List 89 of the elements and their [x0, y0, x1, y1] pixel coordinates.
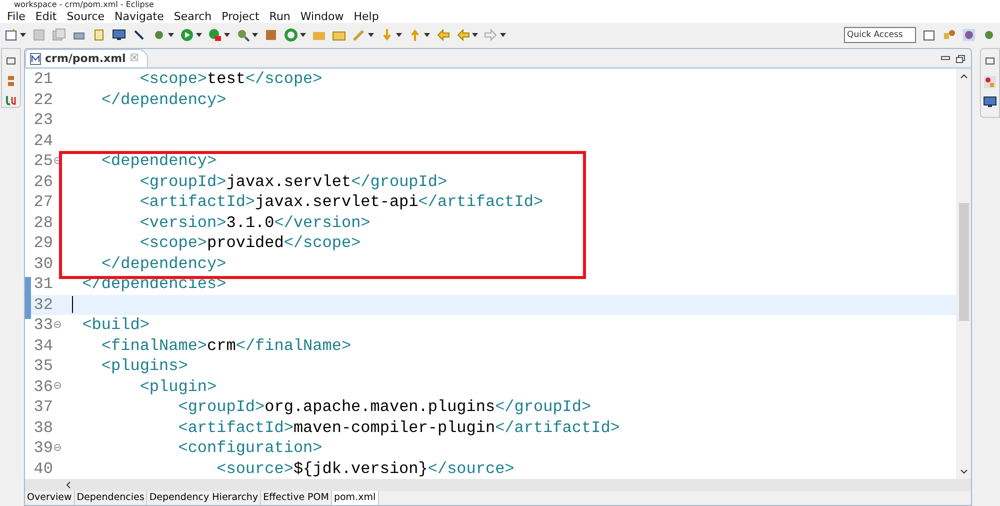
dropdown-caret-icon[interactable]: [472, 33, 478, 37]
fold-icon[interactable]: [53, 444, 61, 453]
close-icon[interactable]: ☒: [130, 53, 139, 64]
fold-icon[interactable]: [53, 320, 61, 330]
code-text: <source>${jdk.version}</source>: [216, 460, 514, 478]
run-config-icon[interactable]: [208, 28, 222, 42]
line-number: 39: [32, 439, 53, 458]
monitor-icon[interactable]: [983, 95, 997, 109]
editor-page-tab[interactable]: Dependency Hierarchy: [147, 491, 262, 505]
line-number: 32: [32, 296, 53, 314]
line-number: 36: [32, 378, 53, 396]
quick-access-field[interactable]: Quick Access: [844, 27, 916, 43]
scroll-up-icon[interactable]: [960, 73, 968, 79]
code-text: <build>: [81, 316, 150, 334]
dropdown-caret-icon[interactable]: [224, 33, 230, 37]
code-text: <version>3.1.0</version>: [138, 214, 370, 232]
fold-icon[interactable]: [53, 382, 61, 392]
editor-page-tab[interactable]: Dependencies: [74, 491, 148, 505]
dropdown-caret-icon[interactable]: [168, 33, 174, 37]
line-number: 40: [32, 460, 53, 478]
line-number: 31: [32, 275, 53, 294]
code-text: <scope>provided</scope>: [138, 234, 361, 252]
menu-item[interactable]: Project: [216, 10, 264, 22]
editor-page-tab[interactable]: Effective POM: [261, 491, 332, 505]
line-number: 28: [32, 214, 53, 232]
text-cursor: [72, 296, 73, 314]
line-number: 22: [32, 90, 53, 109]
menu-item[interactable]: Edit: [30, 10, 62, 22]
line-number: 38: [32, 418, 53, 437]
menu-item[interactable]: Search: [168, 10, 217, 22]
code-text: <configuration>: [177, 439, 322, 458]
code-text: <groupId>org.apache.maven.plugins</groupId>: [177, 398, 592, 416]
code-text: </dependency>: [100, 90, 226, 109]
dropdown-caret-icon[interactable]: [396, 33, 402, 37]
maximize-icon[interactable]: [956, 55, 965, 63]
code-text: <finalName>crm</finalName>: [100, 336, 352, 355]
scroll-left-icon[interactable]: [65, 481, 71, 489]
code-text: <plugins>: [100, 357, 188, 376]
menu-item[interactable]: Help: [348, 10, 384, 22]
dropdown-caret-icon[interactable]: [20, 33, 26, 37]
line-number: 37: [32, 398, 53, 416]
editor-page-tab[interactable]: Overview: [25, 491, 75, 505]
dropdown-caret-icon[interactable]: [500, 33, 506, 37]
scrollbar-thumb[interactable]: [958, 203, 968, 321]
dropdown-caret-icon[interactable]: [368, 33, 374, 37]
vertical-scrollbar[interactable]: [956, 69, 971, 479]
code-text: <groupId>javax.servlet</groupId>: [138, 172, 448, 191]
line-number: 25: [32, 152, 53, 170]
code-text: <artifactId>maven-compiler-plugin</artifactId>: [177, 418, 620, 437]
dropdown-caret-icon[interactable]: [196, 33, 202, 37]
menu-item[interactable]: Navigate: [110, 10, 169, 22]
menu-item[interactable]: Source: [62, 10, 110, 22]
code-text: <dependency>: [100, 152, 217, 170]
document-icon[interactable]: [92, 28, 106, 42]
line-number: 26: [32, 172, 53, 191]
change-marker: [25, 277, 31, 319]
code-text: </dependency>: [100, 254, 226, 273]
line-number: 27: [32, 193, 53, 212]
line-number: 29: [32, 234, 53, 252]
minimize-icon[interactable]: [941, 55, 950, 61]
line-number: 24: [32, 132, 53, 150]
line-number: 35: [32, 357, 53, 376]
line-number: 34: [32, 336, 53, 355]
monitor-icon[interactable]: [112, 28, 126, 42]
maven-file-icon: [30, 52, 41, 64]
menu-item[interactable]: Run: [264, 10, 296, 22]
line-number: 21: [32, 70, 53, 88]
window-title: workspace - crm/pom.xml - Eclipse: [14, 0, 154, 9]
code-text: <scope>test</scope>: [138, 70, 322, 88]
back-arrow-icon[interactable]: [436, 28, 450, 42]
code-text: </dependencies>: [81, 275, 226, 294]
scroll-down-icon[interactable]: [960, 469, 968, 475]
dropdown-caret-icon[interactable]: [424, 33, 430, 37]
dropdown-caret-icon[interactable]: [252, 33, 258, 37]
editor-tab[interactable]: crm/pom.xml ☒: [25, 49, 148, 67]
horizontal-scrollbar[interactable]: [25, 479, 971, 491]
code-text: <plugin>: [138, 378, 217, 396]
line-number: 33: [32, 316, 53, 334]
new-file-icon[interactable]: [4, 28, 18, 42]
run-icon[interactable]: [180, 28, 194, 42]
menu-item[interactable]: File: [2, 10, 30, 22]
line-number: 23: [32, 111, 53, 130]
search-icon[interactable]: [236, 28, 250, 42]
dropdown-caret-icon[interactable]: [300, 33, 306, 37]
editor-page-tab[interactable]: pom.xml: [332, 491, 379, 505]
code-text: <artifactId>javax.servlet-api</artifactId>: [138, 193, 544, 212]
menu-item[interactable]: Window: [295, 10, 349, 22]
line-number: 30: [32, 254, 53, 273]
fold-icon[interactable]: [53, 156, 61, 166]
